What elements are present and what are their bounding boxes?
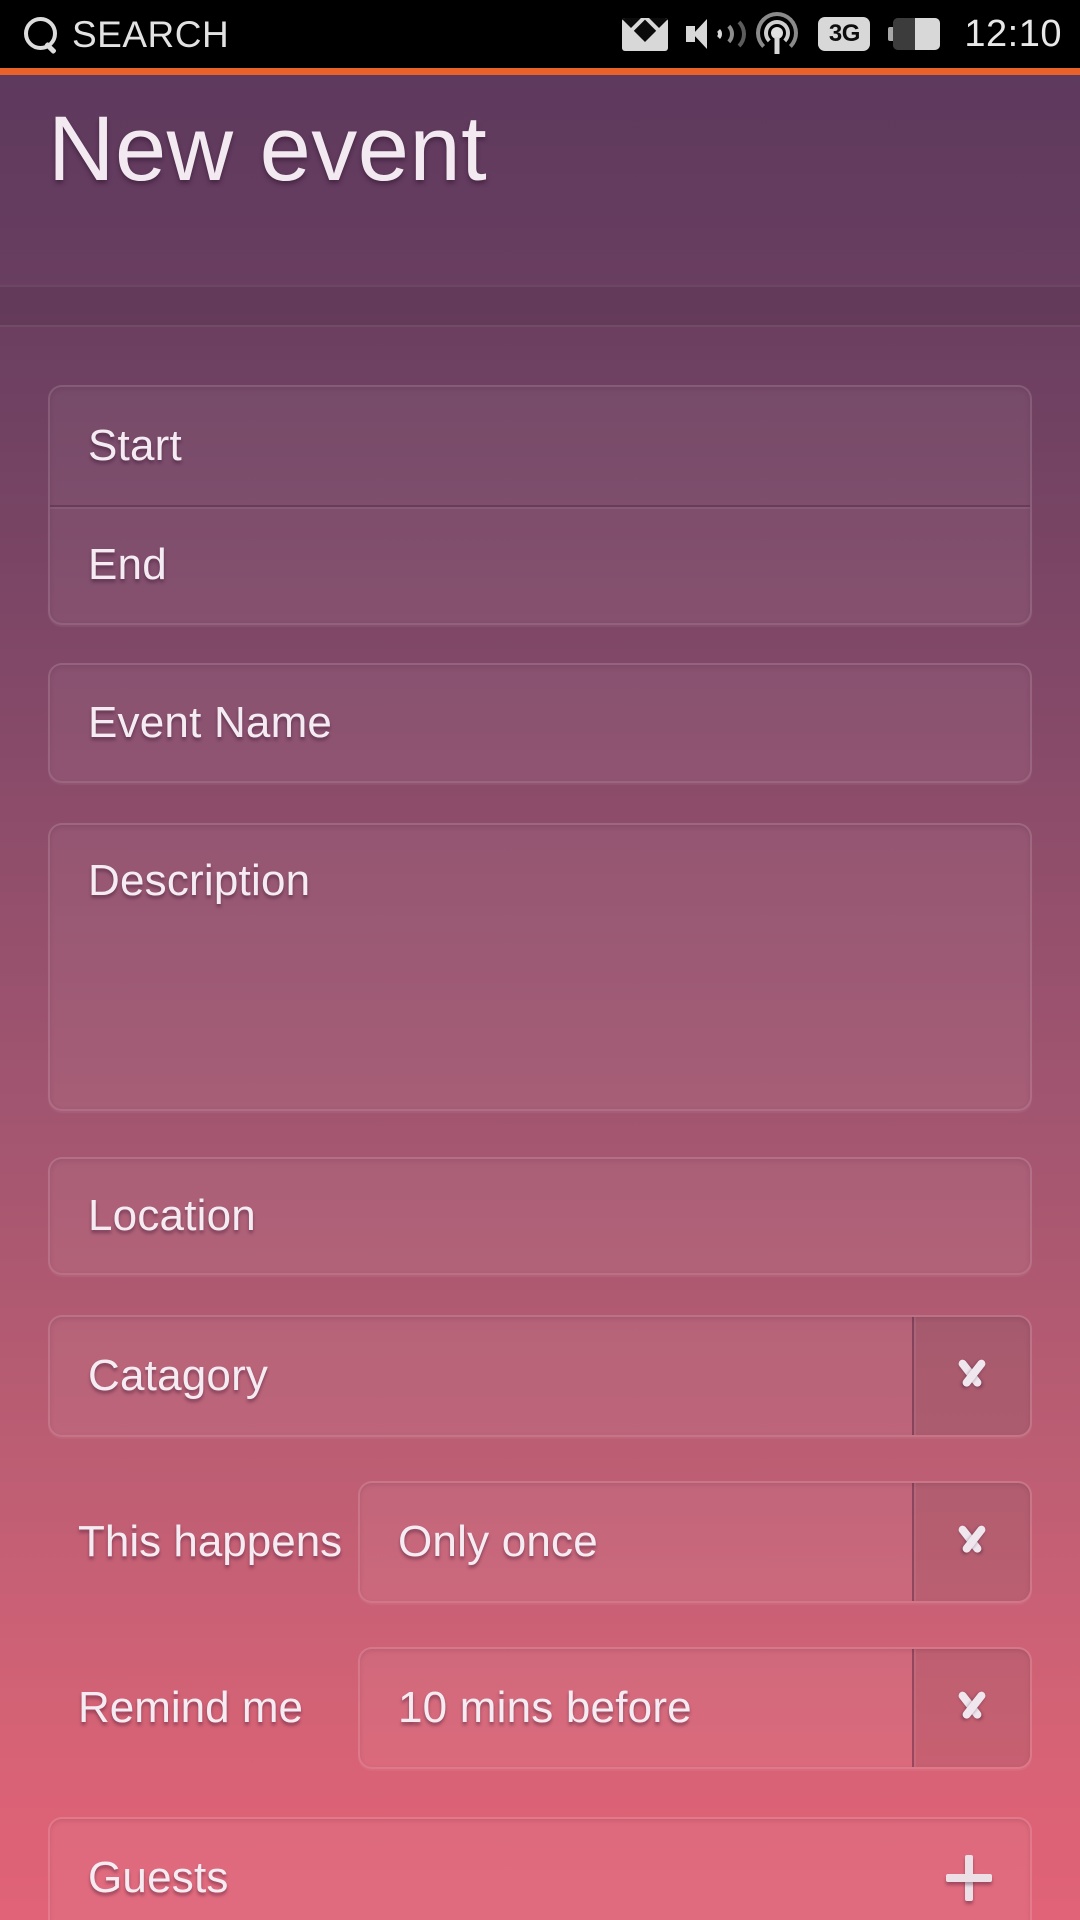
repeat-label: This happens <box>78 1517 343 1566</box>
reminder-dropdown-button[interactable] <box>912 1649 1030 1767</box>
broadcast-antenna-icon[interactable] <box>754 12 800 56</box>
guests-row[interactable]: Guests <box>48 1817 1032 1920</box>
search-icon <box>22 15 60 53</box>
reminder-value-area[interactable]: 10 mins before <box>360 1649 912 1767</box>
repeat-select[interactable]: Only once <box>358 1481 1032 1603</box>
event-name-placeholder: Event Name <box>88 698 333 747</box>
new-event-form: Start End Event Name Description Locatio… <box>0 330 1080 1920</box>
start-label: Start <box>88 421 182 470</box>
reminder-select[interactable]: 10 mins before <box>358 1647 1032 1769</box>
page-title: New event <box>48 98 488 200</box>
search-label: SEARCH <box>72 13 230 55</box>
chevron-down-icon <box>946 1693 998 1723</box>
chevron-down-icon <box>946 1527 998 1557</box>
guests-label: Guests <box>88 1853 229 1902</box>
description-placeholder: Description <box>88 856 311 905</box>
battery-icon[interactable] <box>888 17 942 51</box>
datetime-group: Start End <box>48 385 1032 625</box>
end-field[interactable]: End <box>50 505 1030 623</box>
accent-divider <box>0 68 1080 75</box>
repeat-row: This happens Only once <box>48 1481 1032 1603</box>
phone-screen: SEARCH 3G 12:10 New event Start End Even… <box>0 0 1080 1920</box>
category-value-area[interactable]: Catagory <box>50 1317 912 1435</box>
end-label: End <box>88 540 167 589</box>
reminder-row: Remind me 10 mins before <box>48 1647 1032 1769</box>
header-toolbar-band <box>0 285 1080 327</box>
clock[interactable]: 12:10 <box>964 15 1062 53</box>
description-textarea[interactable]: Description <box>48 823 1032 1111</box>
location-placeholder: Location <box>88 1191 256 1240</box>
location-input[interactable]: Location <box>48 1157 1032 1275</box>
reminder-label: Remind me <box>78 1683 303 1732</box>
repeat-dropdown-button[interactable] <box>912 1483 1030 1601</box>
status-indicators: 3G 12:10 <box>622 12 1062 56</box>
event-name-input[interactable]: Event Name <box>48 663 1032 783</box>
category-placeholder: Catagory <box>88 1351 269 1400</box>
search-button[interactable]: SEARCH <box>22 15 229 53</box>
status-bar: SEARCH 3G 12:10 <box>0 0 1080 68</box>
network-3g-badge[interactable]: 3G <box>818 17 871 51</box>
category-select[interactable]: Catagory <box>48 1315 1032 1437</box>
plus-icon[interactable] <box>946 1855 992 1901</box>
category-dropdown-button[interactable] <box>912 1317 1030 1435</box>
repeat-value: Only once <box>398 1517 598 1566</box>
envelope-icon[interactable] <box>622 17 669 51</box>
start-field[interactable]: Start <box>50 387 1030 505</box>
repeat-value-area[interactable]: Only once <box>360 1483 912 1601</box>
page-header: New event <box>0 75 1080 285</box>
chevron-down-icon <box>946 1361 998 1391</box>
speaker-icon[interactable] <box>686 15 747 53</box>
reminder-value: 10 mins before <box>398 1683 692 1732</box>
